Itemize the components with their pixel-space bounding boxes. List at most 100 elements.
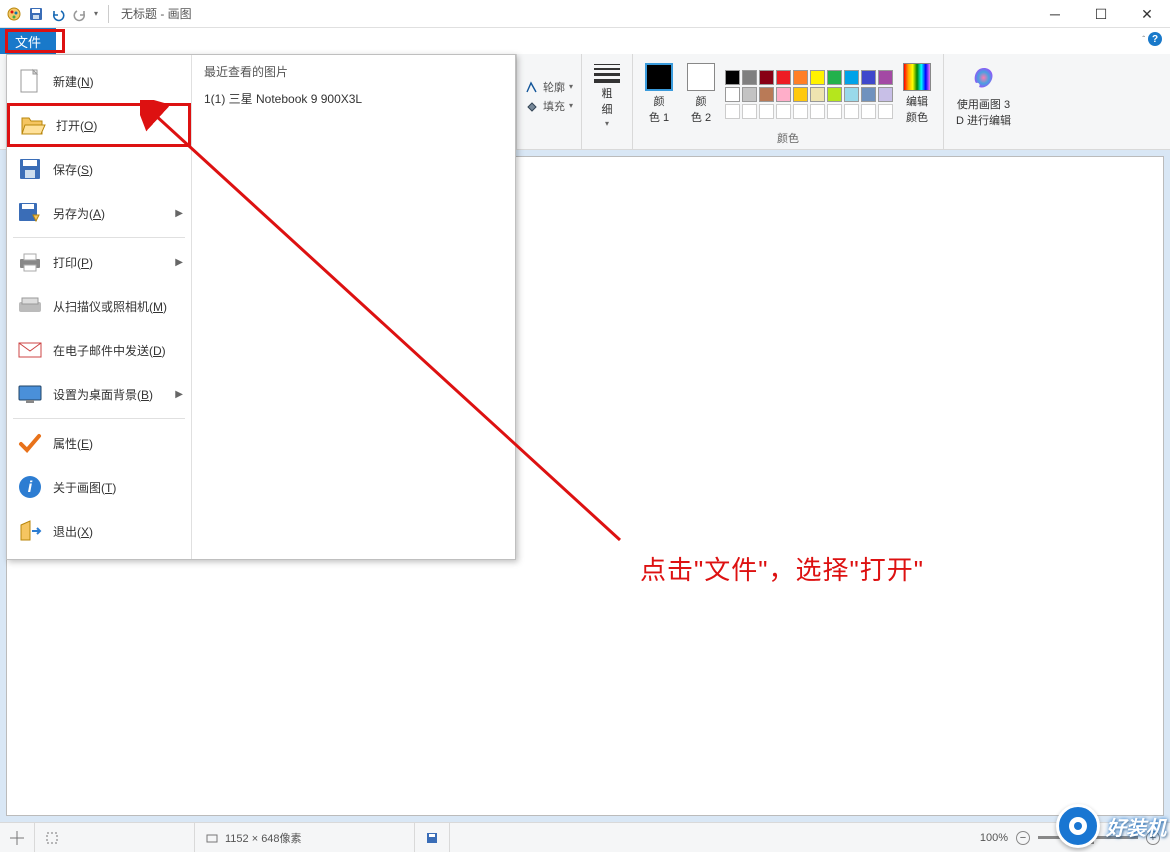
palette-swatch[interactable] <box>776 104 791 119</box>
recent-item[interactable]: 1(1) 三星 Notebook 9 900X3L <box>204 86 503 111</box>
palette-swatch[interactable] <box>725 104 740 119</box>
annotation-text: 点击"文件"，选择"打开" <box>640 550 924 587</box>
shape-outline-button[interactable]: 轮廓▾ <box>525 79 573 95</box>
annotation-highlight-file <box>5 29 65 53</box>
stroke-width-button[interactable]: 粗 细 ▾ <box>590 62 624 130</box>
palette-swatch[interactable] <box>861 87 876 102</box>
titlebar: ▾ 无标题 - 画图 ─ ☐ ✕ <box>0 0 1170 28</box>
palette-swatch[interactable] <box>861 70 876 85</box>
save-icon[interactable] <box>28 6 44 22</box>
cursor-position <box>0 823 35 852</box>
menu-item-label: 打印(P) <box>53 254 93 271</box>
palette-swatch[interactable] <box>878 70 893 85</box>
file-menu: 新建(N) 打开(O) 保存(S) 另存为(A)▶ 打印(P) ▶ 从扫描仪或照相机(M) 在… <box>6 54 516 560</box>
watermark-text: 好装机 <box>1106 812 1166 841</box>
file-menu-print[interactable]: 打印(P) ▶ <box>7 240 191 284</box>
palette-swatch[interactable] <box>878 87 893 102</box>
group-label: 颜色 <box>777 130 799 148</box>
palette-swatch[interactable] <box>827 70 842 85</box>
menu-item-label: 从扫描仪或照相机(M) <box>53 298 167 315</box>
svg-text:i: i <box>28 479 33 496</box>
recent-header: 最近查看的图片 <box>204 63 503 80</box>
crosshair-icon <box>10 831 24 845</box>
zoom-level-label: 100% <box>980 832 1008 844</box>
palette-swatch[interactable] <box>742 87 757 102</box>
window-controls: ─ ☐ ✕ <box>1032 0 1170 28</box>
palette-swatch[interactable] <box>878 104 893 119</box>
paint3d-button[interactable]: 使用画图 3 D 进行编辑 <box>952 62 1015 130</box>
app-icon <box>6 6 22 22</box>
menu-separator <box>13 418 185 419</box>
file-menu-email[interactable]: 在电子邮件中发送(D) <box>7 328 191 372</box>
palette-swatch[interactable] <box>759 70 774 85</box>
palette-swatch[interactable] <box>742 70 757 85</box>
menu-item-label: 打开(O) <box>56 117 97 134</box>
group-label <box>547 134 550 148</box>
watermark: 好装机 <box>1056 804 1166 848</box>
palette-swatch[interactable] <box>793 87 808 102</box>
palette-swatch[interactable] <box>725 70 740 85</box>
quick-access-toolbar: ▾ <box>0 5 113 23</box>
maximize-button[interactable]: ☐ <box>1078 0 1124 28</box>
palette-swatch[interactable] <box>793 70 808 85</box>
palette-swatch[interactable] <box>861 104 876 119</box>
palette-swatch[interactable] <box>827 87 842 102</box>
rainbow-icon <box>903 63 931 91</box>
shape-fill-button[interactable]: 填充▾ <box>525 98 573 114</box>
ribbon-group-colors: 颜 色 1 颜 色 2 编辑 颜色 颜色 <box>633 54 944 150</box>
ribbon-group-paint3d: 使用画图 3 D 进行编辑 <box>944 54 1023 150</box>
palette-swatch[interactable] <box>759 104 774 119</box>
menu-separator <box>13 237 185 238</box>
palette-swatch[interactable] <box>827 104 842 119</box>
color2-button[interactable]: 颜 色 2 <box>683 61 719 127</box>
window-title: 无标题 - 画图 <box>121 5 192 22</box>
qat-dropdown-icon[interactable]: ▾ <box>94 9 98 18</box>
palette-swatch[interactable] <box>793 104 808 119</box>
zoom-out-button[interactable]: − <box>1016 831 1030 845</box>
file-menu-items: 新建(N) 打开(O) 保存(S) 另存为(A)▶ 打印(P) ▶ 从扫描仪或照相机(M) 在… <box>7 55 192 559</box>
menu-item-label: 保存(S) <box>53 161 93 178</box>
palette-swatch[interactable] <box>844 87 859 102</box>
minimize-button[interactable]: ─ <box>1032 0 1078 28</box>
undo-icon[interactable] <box>50 6 66 22</box>
ribbon-group-shapes-partial: 轮廓▾ 填充▾ <box>516 54 582 150</box>
ribbon-collapse[interactable]: ˆ ? <box>1142 32 1162 46</box>
file-menu-open[interactable]: 打开(O) <box>7 103 191 147</box>
palette-swatch[interactable] <box>725 87 740 102</box>
help-icon[interactable]: ? <box>1148 32 1162 46</box>
file-menu-check[interactable]: 属性(E) <box>7 421 191 465</box>
scanner-icon <box>17 293 43 319</box>
palette-swatch[interactable] <box>844 104 859 119</box>
palette-swatch[interactable] <box>810 104 825 119</box>
ribbon-group-size: 粗 细 ▾ <box>582 54 633 150</box>
palette-swatch[interactable] <box>776 87 791 102</box>
menu-item-label: 另存为(A) <box>53 205 105 222</box>
palette-swatch[interactable] <box>742 104 757 119</box>
dimensions-icon <box>205 831 219 845</box>
color1-button[interactable]: 颜 色 1 <box>641 61 677 127</box>
file-menu-save[interactable]: 保存(S) <box>7 147 191 191</box>
redo-icon[interactable] <box>72 6 88 22</box>
color-palette <box>725 70 893 119</box>
canvas-dimensions: 1152 × 648像素 <box>195 823 415 852</box>
file-menu-exit[interactable]: 退出(X) <box>7 509 191 553</box>
palette-swatch[interactable] <box>810 70 825 85</box>
file-menu-saveas[interactable]: 另存为(A)▶ <box>7 191 191 235</box>
tab-row: 文件 ˆ ? <box>0 28 1170 54</box>
exit-icon <box>17 518 43 544</box>
menu-item-label: 在电子邮件中发送(D) <box>53 342 166 359</box>
palette-swatch[interactable] <box>844 70 859 85</box>
file-menu-scanner[interactable]: 从扫描仪或照相机(M) <box>7 284 191 328</box>
edit-colors-button[interactable]: 编辑 颜色 <box>899 61 935 127</box>
file-menu-info[interactable]: i关于画图(T) <box>7 465 191 509</box>
palette-swatch[interactable] <box>759 87 774 102</box>
save-icon <box>17 156 43 182</box>
close-button[interactable]: ✕ <box>1124 0 1170 28</box>
chevron-up-icon: ˆ <box>1142 35 1145 44</box>
open-icon <box>20 112 46 138</box>
palette-swatch[interactable] <box>810 87 825 102</box>
file-menu-desktop[interactable]: 设置为桌面背景(B)▶ <box>7 372 191 416</box>
palette-swatch[interactable] <box>776 70 791 85</box>
chevron-right-icon: ▶ <box>175 257 183 268</box>
file-menu-new[interactable]: 新建(N) <box>7 59 191 103</box>
